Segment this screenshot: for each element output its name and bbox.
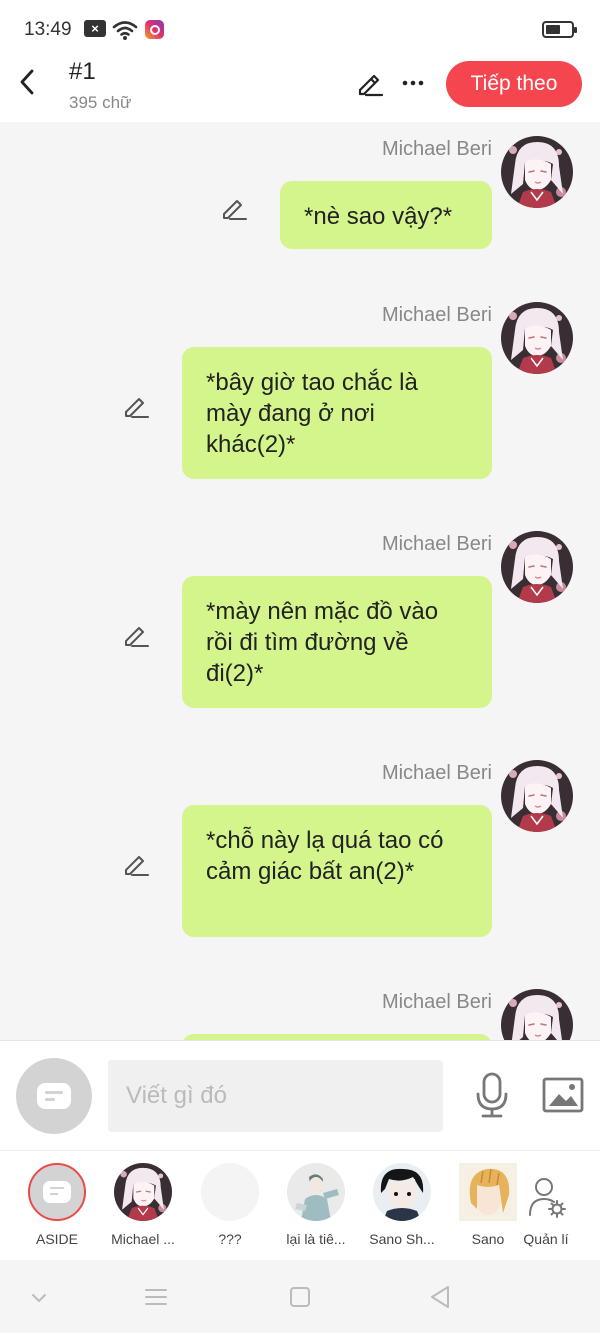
sender-avatar[interactable] (501, 989, 573, 1040)
image-icon (542, 1077, 584, 1113)
nav-home-button[interactable] (285, 1282, 315, 1312)
app-root: 13:49 × #1 395 chữ Tiếp theo Michael Ber… (0, 0, 600, 1333)
image-button[interactable] (541, 1075, 585, 1115)
message-sender: Michael Beri (381, 762, 492, 784)
back-triangle-icon (431, 1286, 449, 1308)
more-dots-icon (402, 80, 424, 86)
character-name: ??? (218, 1231, 242, 1247)
message-text: *nè sao vậy?* (304, 203, 453, 230)
pencil-icon (125, 398, 149, 418)
chapter-header: #1 395 chữ Tiếp theo (0, 40, 600, 122)
chat-bubble-icon (43, 1181, 71, 1203)
chevron-left-icon (20, 69, 34, 95)
character-name: Sano Sh... (369, 1231, 435, 1247)
message-text: *chỗ này lạ quá tao có cảm giác bất an(2… (206, 827, 444, 885)
sender-avatar[interactable] (501, 136, 573, 208)
character-avatar (373, 1163, 431, 1221)
more-options-button[interactable] (398, 68, 428, 98)
message-input[interactable] (108, 1060, 443, 1132)
pencil-icon (125, 856, 149, 876)
character-avatar (459, 1163, 517, 1221)
message-bubble[interactable]: *chỗ này lạ quá tao có cảm giác bất an(2… (182, 805, 492, 937)
character-avatar (114, 1163, 172, 1221)
nav-collapse-button[interactable] (24, 1282, 54, 1312)
chat-area[interactable]: Michael Beri *nè sao vậy?* Michael Beri … (0, 122, 600, 1040)
next-button[interactable]: Tiếp theo (446, 61, 582, 107)
nav-back-button[interactable] (426, 1282, 456, 1312)
notification-icon: × (84, 20, 106, 37)
back-button[interactable] (12, 64, 44, 100)
character-strip[interactable]: ASIDE Michael ... ??? lại là tiê... Sano… (0, 1150, 600, 1260)
pencil-icon (223, 200, 247, 220)
chapter-title: #1 (69, 58, 96, 85)
aside-toggle-button[interactable] (16, 1058, 92, 1134)
home-square-icon (290, 1287, 310, 1307)
edit-message-button[interactable] (122, 621, 150, 649)
pencil-icon (358, 74, 384, 97)
chat-bubble-icon (37, 1083, 71, 1109)
message-bubble[interactable]: *nè sao vậy?* (280, 181, 492, 249)
status-time: 13:49 (24, 19, 72, 40)
message-text: *bây giờ tao chắc là mày đang ở nơi khác… (206, 369, 418, 458)
voice-button[interactable] (474, 1071, 510, 1119)
message-sender: Michael Beri (381, 533, 492, 555)
sender-avatar[interactable] (501, 302, 573, 374)
character-avatar (201, 1163, 259, 1221)
edit-message-button[interactable] (122, 850, 150, 878)
chevron-down-icon (32, 1294, 46, 1303)
manage-label: Quản lí (523, 1231, 569, 1247)
microphone-icon (476, 1072, 508, 1118)
message-input-bar (0, 1040, 600, 1150)
instagram-icon (145, 20, 164, 39)
message-text: *mày nên mặc đồ vào rồi đi tìm đường về … (206, 598, 439, 687)
message-bubble[interactable]: *mày nên mặc đồ vào rồi đi tìm đường về … (182, 576, 492, 708)
aside-avatar (28, 1163, 86, 1221)
battery-icon (542, 21, 577, 38)
nav-menu-button[interactable] (141, 1282, 171, 1312)
message-bubble[interactable]: *bây giờ tao chắc là mày đang ở nơi khác… (182, 347, 492, 479)
character-name: lại là tiê... (286, 1231, 346, 1247)
sender-avatar[interactable] (501, 760, 573, 832)
message-sender: Michael Beri (381, 138, 492, 160)
character-avatar (287, 1163, 345, 1221)
edit-message-button[interactable] (122, 392, 150, 420)
sender-avatar[interactable] (501, 531, 573, 603)
edit-message-button[interactable] (220, 194, 248, 222)
message-sender: Michael Beri (381, 304, 492, 326)
system-nav-bar (0, 1260, 600, 1333)
character-name: ASIDE (35, 1231, 78, 1247)
character-name: Michael ... (111, 1231, 175, 1247)
user-settings-icon (529, 1178, 566, 1218)
menu-icon (145, 1289, 167, 1305)
edit-button[interactable] (354, 68, 384, 98)
word-count: 395 chữ (69, 93, 132, 112)
pencil-icon (125, 627, 149, 647)
message-sender: Michael Beri (381, 991, 492, 1013)
